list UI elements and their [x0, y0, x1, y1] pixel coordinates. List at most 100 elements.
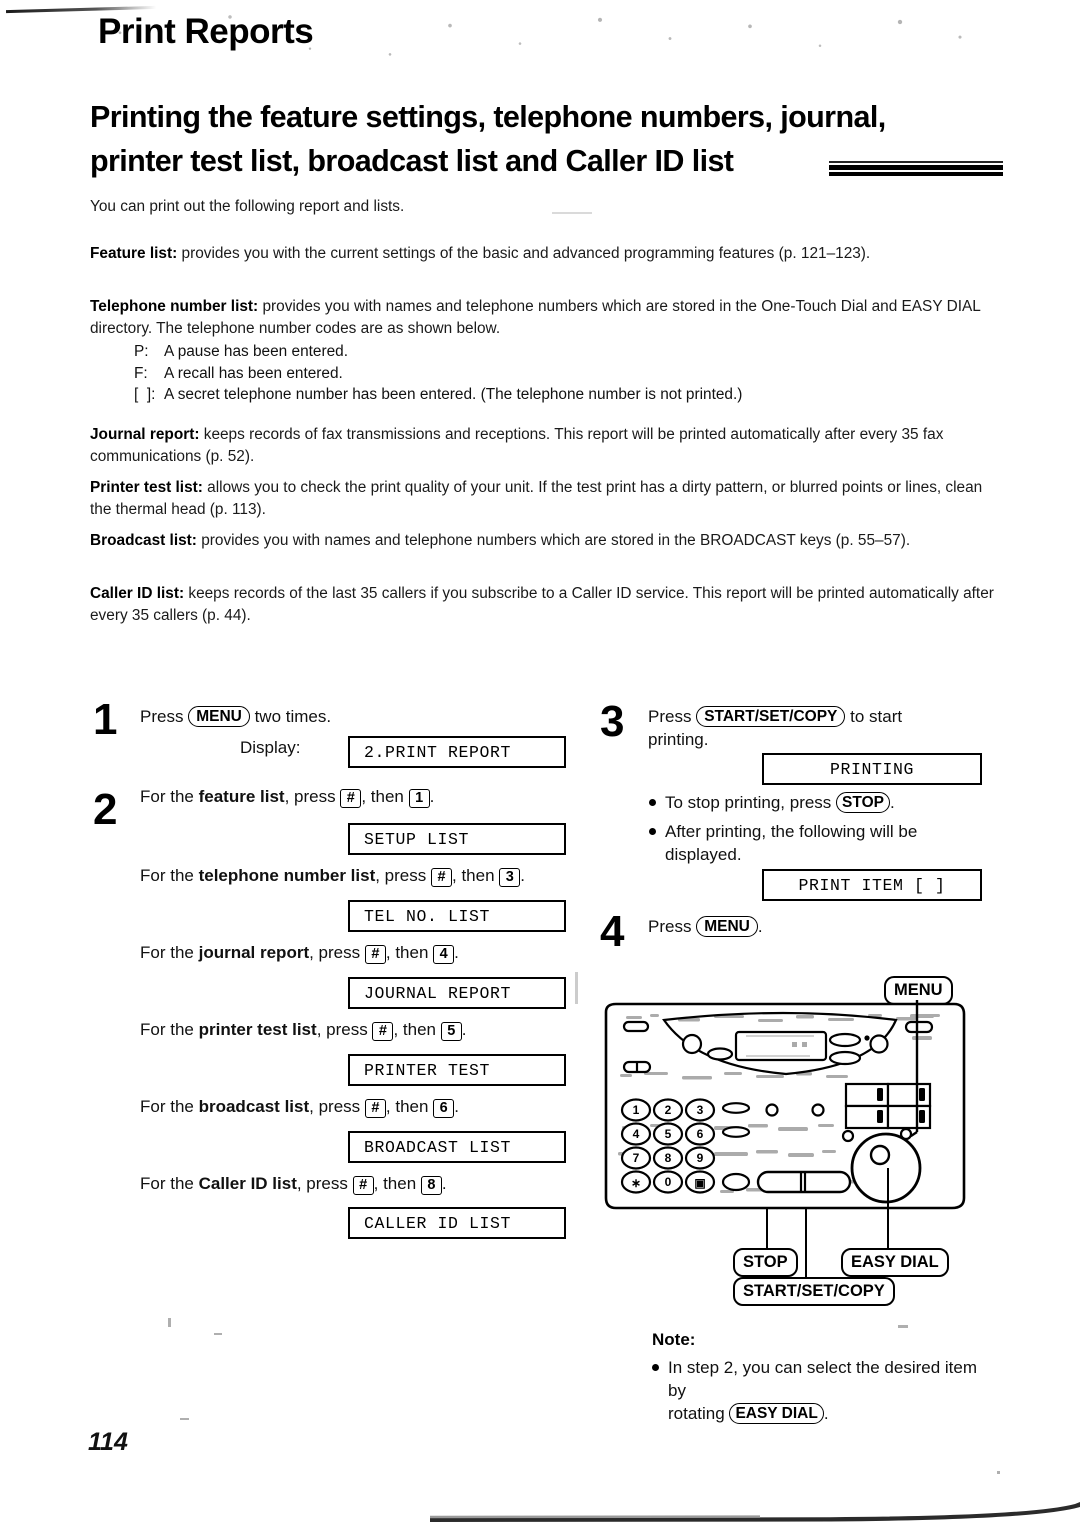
- paragraph-body-feature-list: provides you with the current settings o…: [177, 245, 871, 262]
- callout-start-set-copy-label: START/SET/COPY: [733, 1277, 895, 1306]
- scan-artifact-bottom-curve: [430, 1502, 1080, 1526]
- menu-key[interactable]: MENU: [188, 706, 250, 727]
- step-2-then: , then: [452, 866, 495, 885]
- hash-key[interactable]: #: [364, 1099, 386, 1118]
- scan-artifact-dot-4: [214, 1333, 222, 1335]
- step-2-item-caller-id-list: For the Caller ID list, press #, then 8.: [140, 1172, 447, 1195]
- display-label-step-1: Display:: [240, 738, 301, 757]
- step-4-text-before: Press: [648, 917, 692, 936]
- callout-lead-easy-dial: [887, 1168, 890, 1250]
- lcd-display-caller-id-list: CALLER ID LIST: [348, 1207, 566, 1239]
- paragraph-body-caller-id-list: keeps records of the last 35 callers if …: [90, 585, 994, 624]
- step-2-item-feature-list: For the feature list, press #, then 1.: [140, 785, 434, 808]
- step-2-mid: , press: [296, 1174, 348, 1193]
- step-2-prefix: For the: [140, 1020, 194, 1039]
- svg-text:0: 0: [665, 1175, 672, 1189]
- digit-key-4[interactable]: 4: [433, 945, 455, 964]
- paragraph-term-telephone-number-list: Telephone number list:: [90, 298, 259, 315]
- step-2-prefix: For the: [140, 1097, 194, 1116]
- easy-dial-key[interactable]: EASY DIAL: [729, 1403, 824, 1424]
- step-2-term-journal-report: journal report: [198, 943, 310, 962]
- note-body: In step 2, you can select the desired it…: [652, 1356, 998, 1425]
- paragraph-journal-report: Journal report: keeps records of fax tra…: [90, 424, 995, 467]
- paragraph-term-broadcast-list: Broadcast list:: [90, 532, 197, 549]
- step-3-bullet1-after: .: [889, 793, 895, 812]
- digit-key-5[interactable]: 5: [440, 1022, 462, 1041]
- lcd-display-setup-list: SETUP LIST: [348, 823, 566, 855]
- scan-artifact-dot-1: [180, 1418, 189, 1420]
- callout-easy-dial-label: EASY DIAL: [841, 1248, 949, 1277]
- page-number: 114: [88, 1428, 128, 1456]
- step-2-item-broadcast-list: For the broadcast list, press #, then 6.: [140, 1095, 459, 1118]
- paragraph-broadcast-list: Broadcast list: provides you with names …: [90, 530, 995, 552]
- lcd-display-printing: PRINTING: [762, 753, 982, 785]
- hash-key[interactable]: #: [352, 1176, 374, 1195]
- step-2-mid: , press: [375, 866, 427, 885]
- hash-key[interactable]: #: [431, 868, 452, 887]
- step-2-mid: , press: [309, 943, 361, 962]
- step-number-2: 2: [93, 785, 118, 834]
- step-2-end: .: [454, 943, 459, 962]
- page-title-line-1: Printing the feature settings, telephone…: [90, 100, 886, 134]
- intro-paragraph: You can print out the following report a…: [90, 198, 405, 215]
- paragraph-body-broadcast-list: provides you with names and telephone nu…: [196, 532, 911, 549]
- step-4-instruction: Press MENU.: [648, 915, 763, 938]
- bullet-dot: [649, 828, 656, 835]
- hash-key[interactable]: #: [372, 1022, 394, 1041]
- step-3-instruction: Press START/SET/COPY to start printing.: [648, 705, 988, 751]
- lcd-display-print-report: 2.PRINT REPORT: [348, 736, 566, 768]
- start-set-copy-key[interactable]: START/SET/COPY: [696, 706, 846, 727]
- svg-text:∗: ∗: [631, 1176, 641, 1190]
- hash-key[interactable]: #: [364, 945, 386, 964]
- code-legend-key: F:: [134, 364, 148, 382]
- note-line-2-before: rotating: [668, 1404, 725, 1423]
- stop-key[interactable]: STOP: [836, 792, 890, 813]
- svg-text:9: 9: [697, 1151, 704, 1165]
- telephone-code-legend: P: A pause has been entered. F: A recall h…: [134, 341, 742, 406]
- step-2-item-printer-test-list: For the printer test list, press #, then…: [140, 1018, 466, 1041]
- paragraph-telephone-number-list: Telephone number list: provides you with…: [90, 296, 995, 339]
- svg-text:2: 2: [665, 1103, 672, 1117]
- svg-text:6: 6: [697, 1127, 704, 1141]
- bullet-dot: [652, 1364, 659, 1371]
- menu-key[interactable]: MENU: [696, 916, 758, 937]
- svg-text:1: 1: [633, 1103, 640, 1117]
- svg-text:▣: ▣: [694, 1176, 705, 1190]
- step-2-prefix: For the: [140, 943, 194, 962]
- step-number-3: 3: [600, 697, 625, 746]
- step-2-item-telephone-number-list: For the telephone number list, press #, …: [140, 864, 525, 887]
- paragraph-printer-test-list: Printer test list: allows you to check t…: [90, 477, 995, 520]
- step-2-then: , then: [373, 1174, 417, 1193]
- step-2-term-broadcast-list: broadcast list: [198, 1097, 310, 1116]
- note-line-2-after: .: [823, 1404, 829, 1423]
- step-2-then: , then: [385, 1097, 429, 1116]
- digit-key-8[interactable]: 8: [420, 1176, 442, 1195]
- paragraph-body-printer-test-list: allows you to check the print quality of…: [90, 479, 983, 518]
- callout-lead-stop: [766, 1208, 769, 1250]
- step-1-text-after: two times.: [254, 707, 332, 726]
- step-3-bullet1-before: To stop printing, press: [665, 793, 832, 812]
- step-4-text-after: .: [757, 917, 763, 936]
- step-2-prefix: For the: [140, 1174, 194, 1193]
- digit-key-6[interactable]: 6: [433, 1099, 455, 1118]
- code-legend-desc: A pause has been entered.: [164, 343, 348, 360]
- step-2-mid: , press: [309, 1097, 361, 1116]
- step-3-bullet-after-printing: After printing, the following will be di…: [649, 820, 995, 866]
- code-legend-row: P: A pause has been entered.: [134, 341, 742, 363]
- step-3-text-line2: printing.: [648, 730, 709, 749]
- step-1-text-before: Press: [140, 707, 184, 726]
- step-2-term-telephone-number-list: telephone number list: [198, 866, 376, 885]
- code-legend-key: P:: [134, 343, 149, 360]
- lcd-display-printer-test: PRINTER TEST: [348, 1054, 566, 1086]
- step-2-mid: , press: [316, 1020, 368, 1039]
- digit-key-3[interactable]: 3: [499, 868, 521, 887]
- code-legend-desc: A secret telephone number has been enter…: [164, 386, 743, 403]
- step-2-then: , then: [393, 1020, 436, 1039]
- step-2-then: , then: [385, 943, 429, 962]
- lcd-display-tel-no-list: TEL NO. LIST: [348, 900, 566, 932]
- scan-artifact-dot-5: [997, 1471, 1000, 1474]
- code-legend-desc: A recall has been entered.: [164, 364, 343, 382]
- hash-key[interactable]: #: [340, 789, 362, 808]
- paragraph-term-printer-test-list: Printer test list:: [90, 479, 203, 496]
- digit-key-1[interactable]: 1: [408, 789, 430, 808]
